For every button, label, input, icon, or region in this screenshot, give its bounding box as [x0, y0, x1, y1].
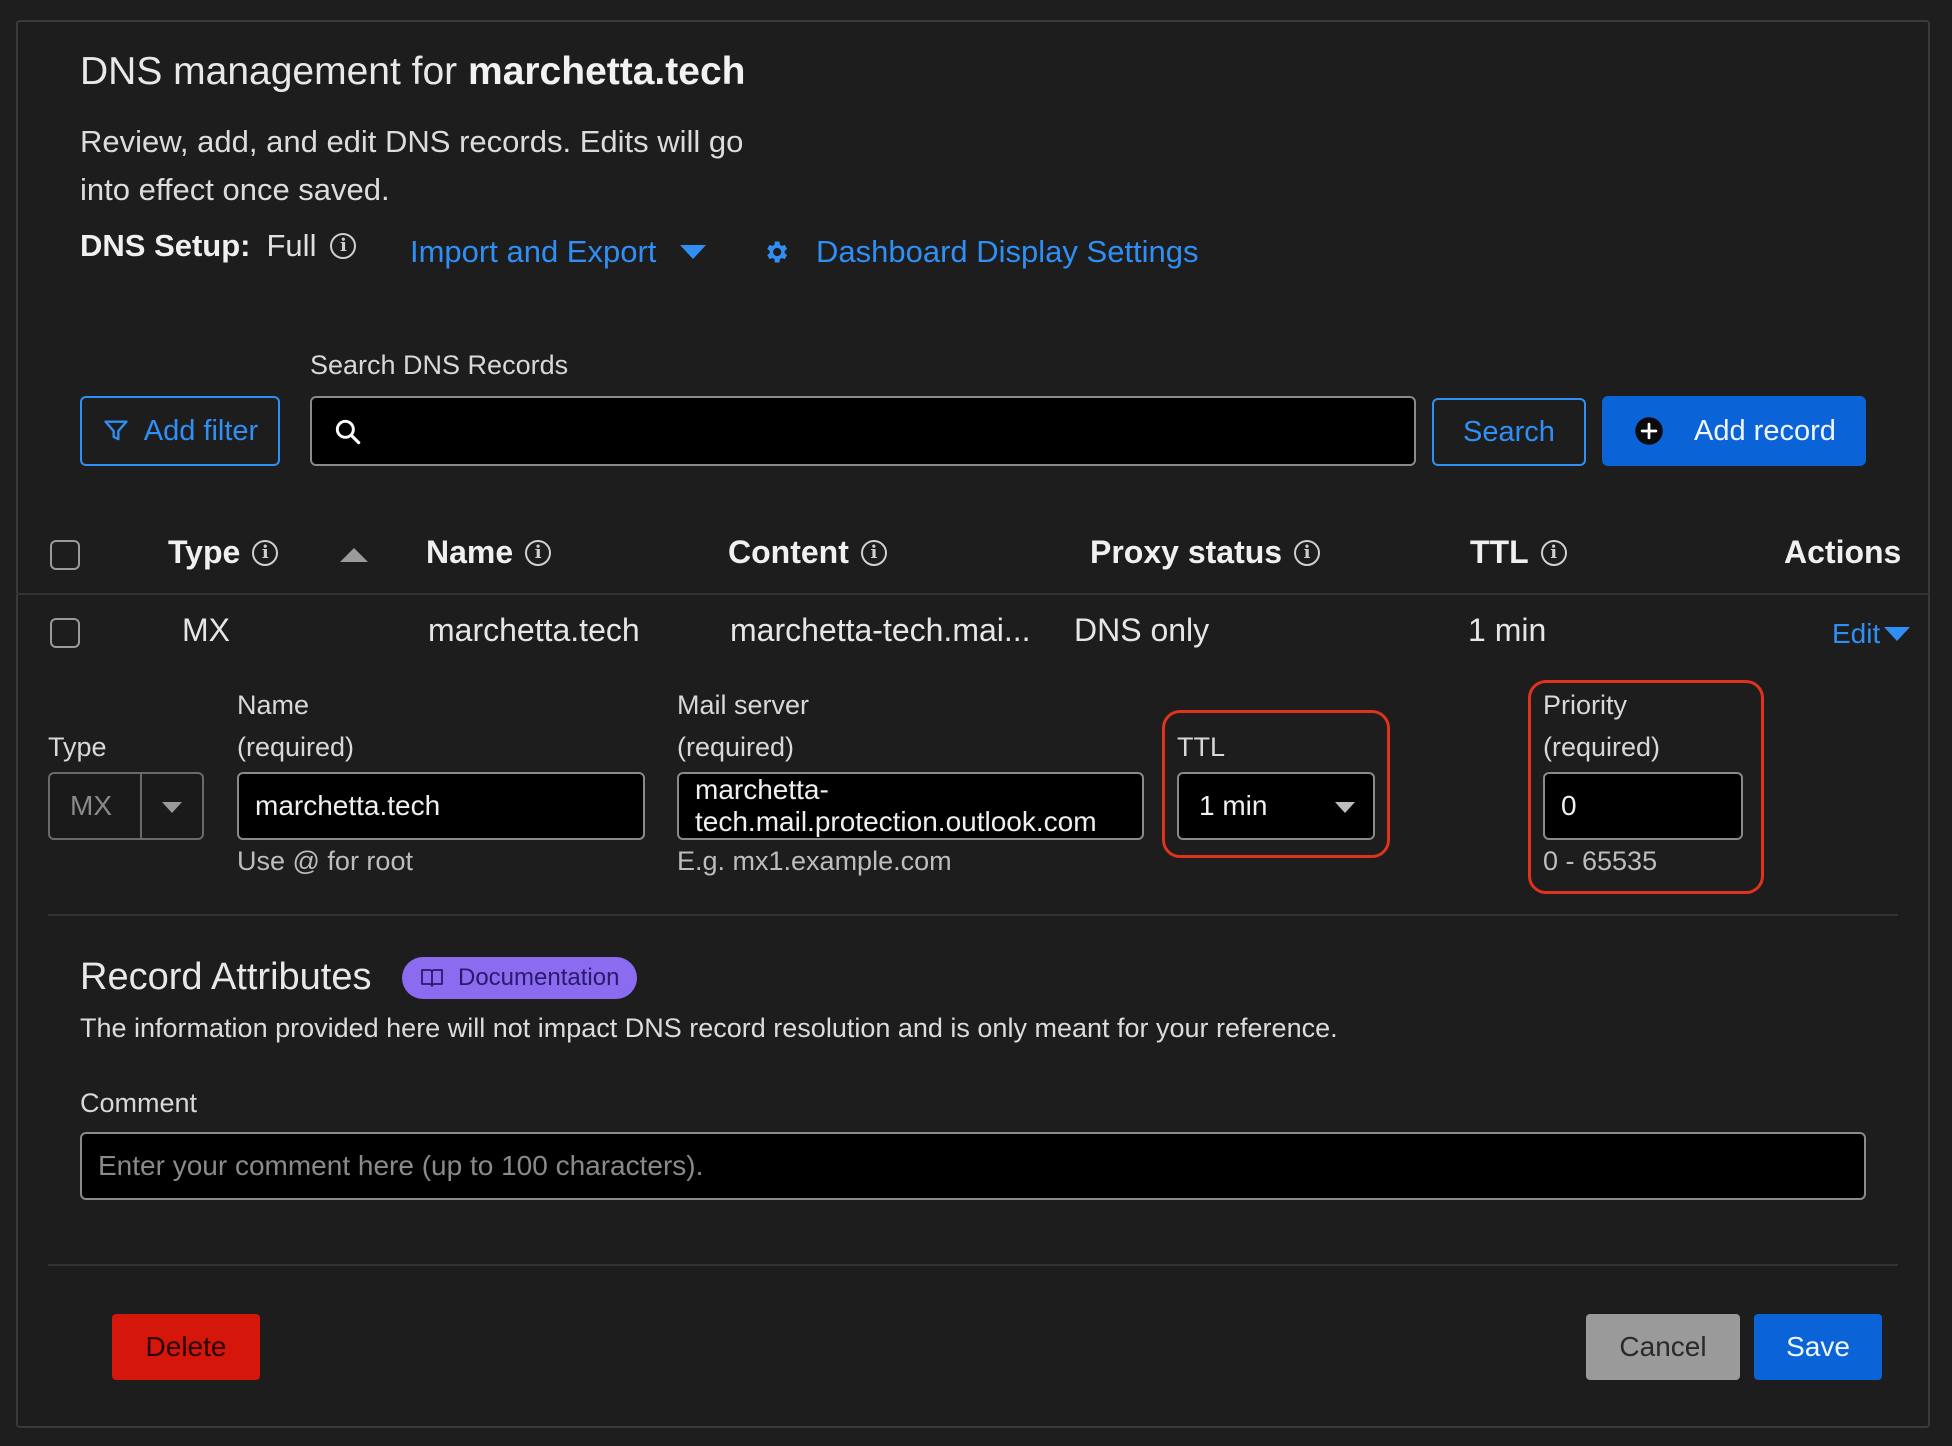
row-ttl: 1 min — [1468, 612, 1547, 648]
edit-dropdown[interactable]: Edit — [1832, 618, 1911, 650]
type-label: Type — [48, 732, 107, 762]
attributes-note: The information provided here will not i… — [80, 1013, 1338, 1043]
column-content[interactable]: Content i — [728, 534, 887, 571]
ttl-select[interactable]: 1 min — [1177, 772, 1375, 840]
add-circle-icon — [1635, 417, 1663, 445]
import-export-label: Import and Export — [410, 234, 657, 269]
add-record-button[interactable]: Add record — [1602, 396, 1866, 466]
info-icon[interactable]: i — [525, 539, 552, 566]
dashboard-display-settings-label: Dashboard Display Settings — [816, 234, 1199, 269]
edit-label: Edit — [1832, 618, 1881, 649]
column-name-label: Name — [426, 534, 514, 570]
search-button[interactable]: Search — [1432, 398, 1586, 466]
info-icon[interactable]: i — [860, 539, 887, 566]
documentation-badge[interactable]: Documentation — [402, 957, 638, 999]
column-actions: Actions — [1784, 534, 1901, 571]
chevron-down-icon — [680, 245, 707, 259]
name-hint: Use @ for root — [237, 846, 413, 876]
ttl-label: TTL — [1177, 732, 1226, 762]
mail-server-hint: E.g. mx1.example.com — [677, 846, 952, 876]
priority-hint: 0 - 65535 — [1543, 846, 1658, 876]
header-divider — [16, 593, 1930, 595]
select-divider — [140, 774, 142, 838]
row-proxy-status: DNS only — [1074, 612, 1210, 648]
add-filter-label: Add filter — [143, 414, 259, 447]
info-icon[interactable]: i — [330, 233, 357, 259]
chevron-down-icon — [1884, 627, 1911, 641]
mail-server-field[interactable]: marchetta- tech.mail.protection.outlook.… — [677, 772, 1144, 840]
column-proxy-status[interactable]: Proxy status i — [1090, 534, 1321, 571]
cancel-button[interactable]: Cancel — [1586, 1314, 1740, 1380]
row-content: marchetta-tech.mai... — [730, 612, 1031, 648]
add-record-label: Add record — [1694, 414, 1836, 447]
section-divider — [48, 914, 1898, 916]
type-select-value: MX — [70, 790, 112, 821]
search-input[interactable] — [310, 396, 1416, 466]
info-icon[interactable]: i — [252, 539, 279, 566]
comment-placeholder: Enter your comment here (up to 100 chara… — [98, 1150, 704, 1181]
dashboard-display-settings-link[interactable]: Dashboard Display Settings — [762, 234, 1199, 270]
column-content-label: Content — [728, 534, 849, 570]
priority-field-value: 0 — [1561, 790, 1577, 821]
column-proxy-status-label: Proxy status — [1090, 534, 1283, 570]
search-label: Search DNS Records — [310, 350, 569, 380]
domain-name: marchetta.tech — [468, 50, 746, 93]
chevron-down-icon — [1335, 802, 1355, 813]
add-filter-button[interactable]: Add filter — [80, 396, 280, 466]
save-label: Save — [1786, 1331, 1850, 1362]
save-button[interactable]: Save — [1754, 1314, 1882, 1380]
record-attributes-title: Record Attributes — [80, 956, 372, 998]
priority-field[interactable]: 0 — [1543, 772, 1743, 840]
documentation-label: Documentation — [458, 964, 620, 991]
column-ttl-label: TTL — [1470, 534, 1529, 570]
filter-icon — [104, 420, 128, 441]
row-checkbox[interactable] — [50, 618, 80, 648]
mail-server-label: Mail server (required) — [677, 690, 810, 762]
search-button-label: Search — [1463, 415, 1555, 448]
column-type[interactable]: Type i — [168, 534, 279, 571]
gear-icon — [767, 241, 788, 263]
dns-setup-value: Full — [266, 228, 317, 263]
mail-server-value-line1: marchetta- — [695, 774, 829, 805]
priority-label: Priority (required) — [1543, 690, 1661, 762]
info-icon[interactable]: i — [1540, 539, 1567, 566]
comment-field[interactable]: Enter your comment here (up to 100 chara… — [80, 1132, 1866, 1200]
name-field[interactable]: marchetta.tech — [237, 772, 645, 840]
book-icon — [421, 969, 443, 987]
column-type-label: Type — [168, 534, 241, 570]
name-field-value: marchetta.tech — [255, 790, 441, 821]
row-name: marchetta.tech — [428, 612, 640, 648]
chevron-down-icon — [162, 802, 182, 813]
column-actions-label: Actions — [1784, 534, 1902, 570]
type-select[interactable]: MX — [48, 772, 204, 840]
mail-server-value-line2: tech.mail.protection.outlook.com — [695, 806, 1097, 837]
dns-setup-label: DNS Setup: — [80, 228, 251, 263]
search-icon — [335, 419, 361, 445]
info-icon[interactable]: i — [1294, 539, 1321, 566]
page-title: DNS management for marchetta.tech — [80, 50, 746, 93]
delete-button[interactable]: Delete — [112, 1314, 260, 1380]
import-export-dropdown[interactable]: Import and Export — [410, 234, 707, 270]
page-description: Review, add, and edit DNS records. Edits… — [80, 124, 744, 207]
ttl-select-value: 1 min — [1199, 790, 1268, 821]
row-type: MX — [182, 612, 230, 648]
sort-ascending-icon[interactable] — [340, 548, 368, 562]
comment-label: Comment — [80, 1088, 198, 1118]
dns-setup: DNS Setup: Full i — [80, 228, 357, 264]
column-ttl[interactable]: TTL i — [1470, 534, 1567, 571]
delete-label: Delete — [145, 1331, 227, 1362]
footer-divider — [48, 1264, 1898, 1266]
name-label: Name (required) — [237, 690, 355, 762]
column-name[interactable]: Name i — [426, 534, 552, 571]
select-all-checkbox[interactable] — [50, 540, 80, 570]
cancel-label: Cancel — [1619, 1331, 1707, 1362]
